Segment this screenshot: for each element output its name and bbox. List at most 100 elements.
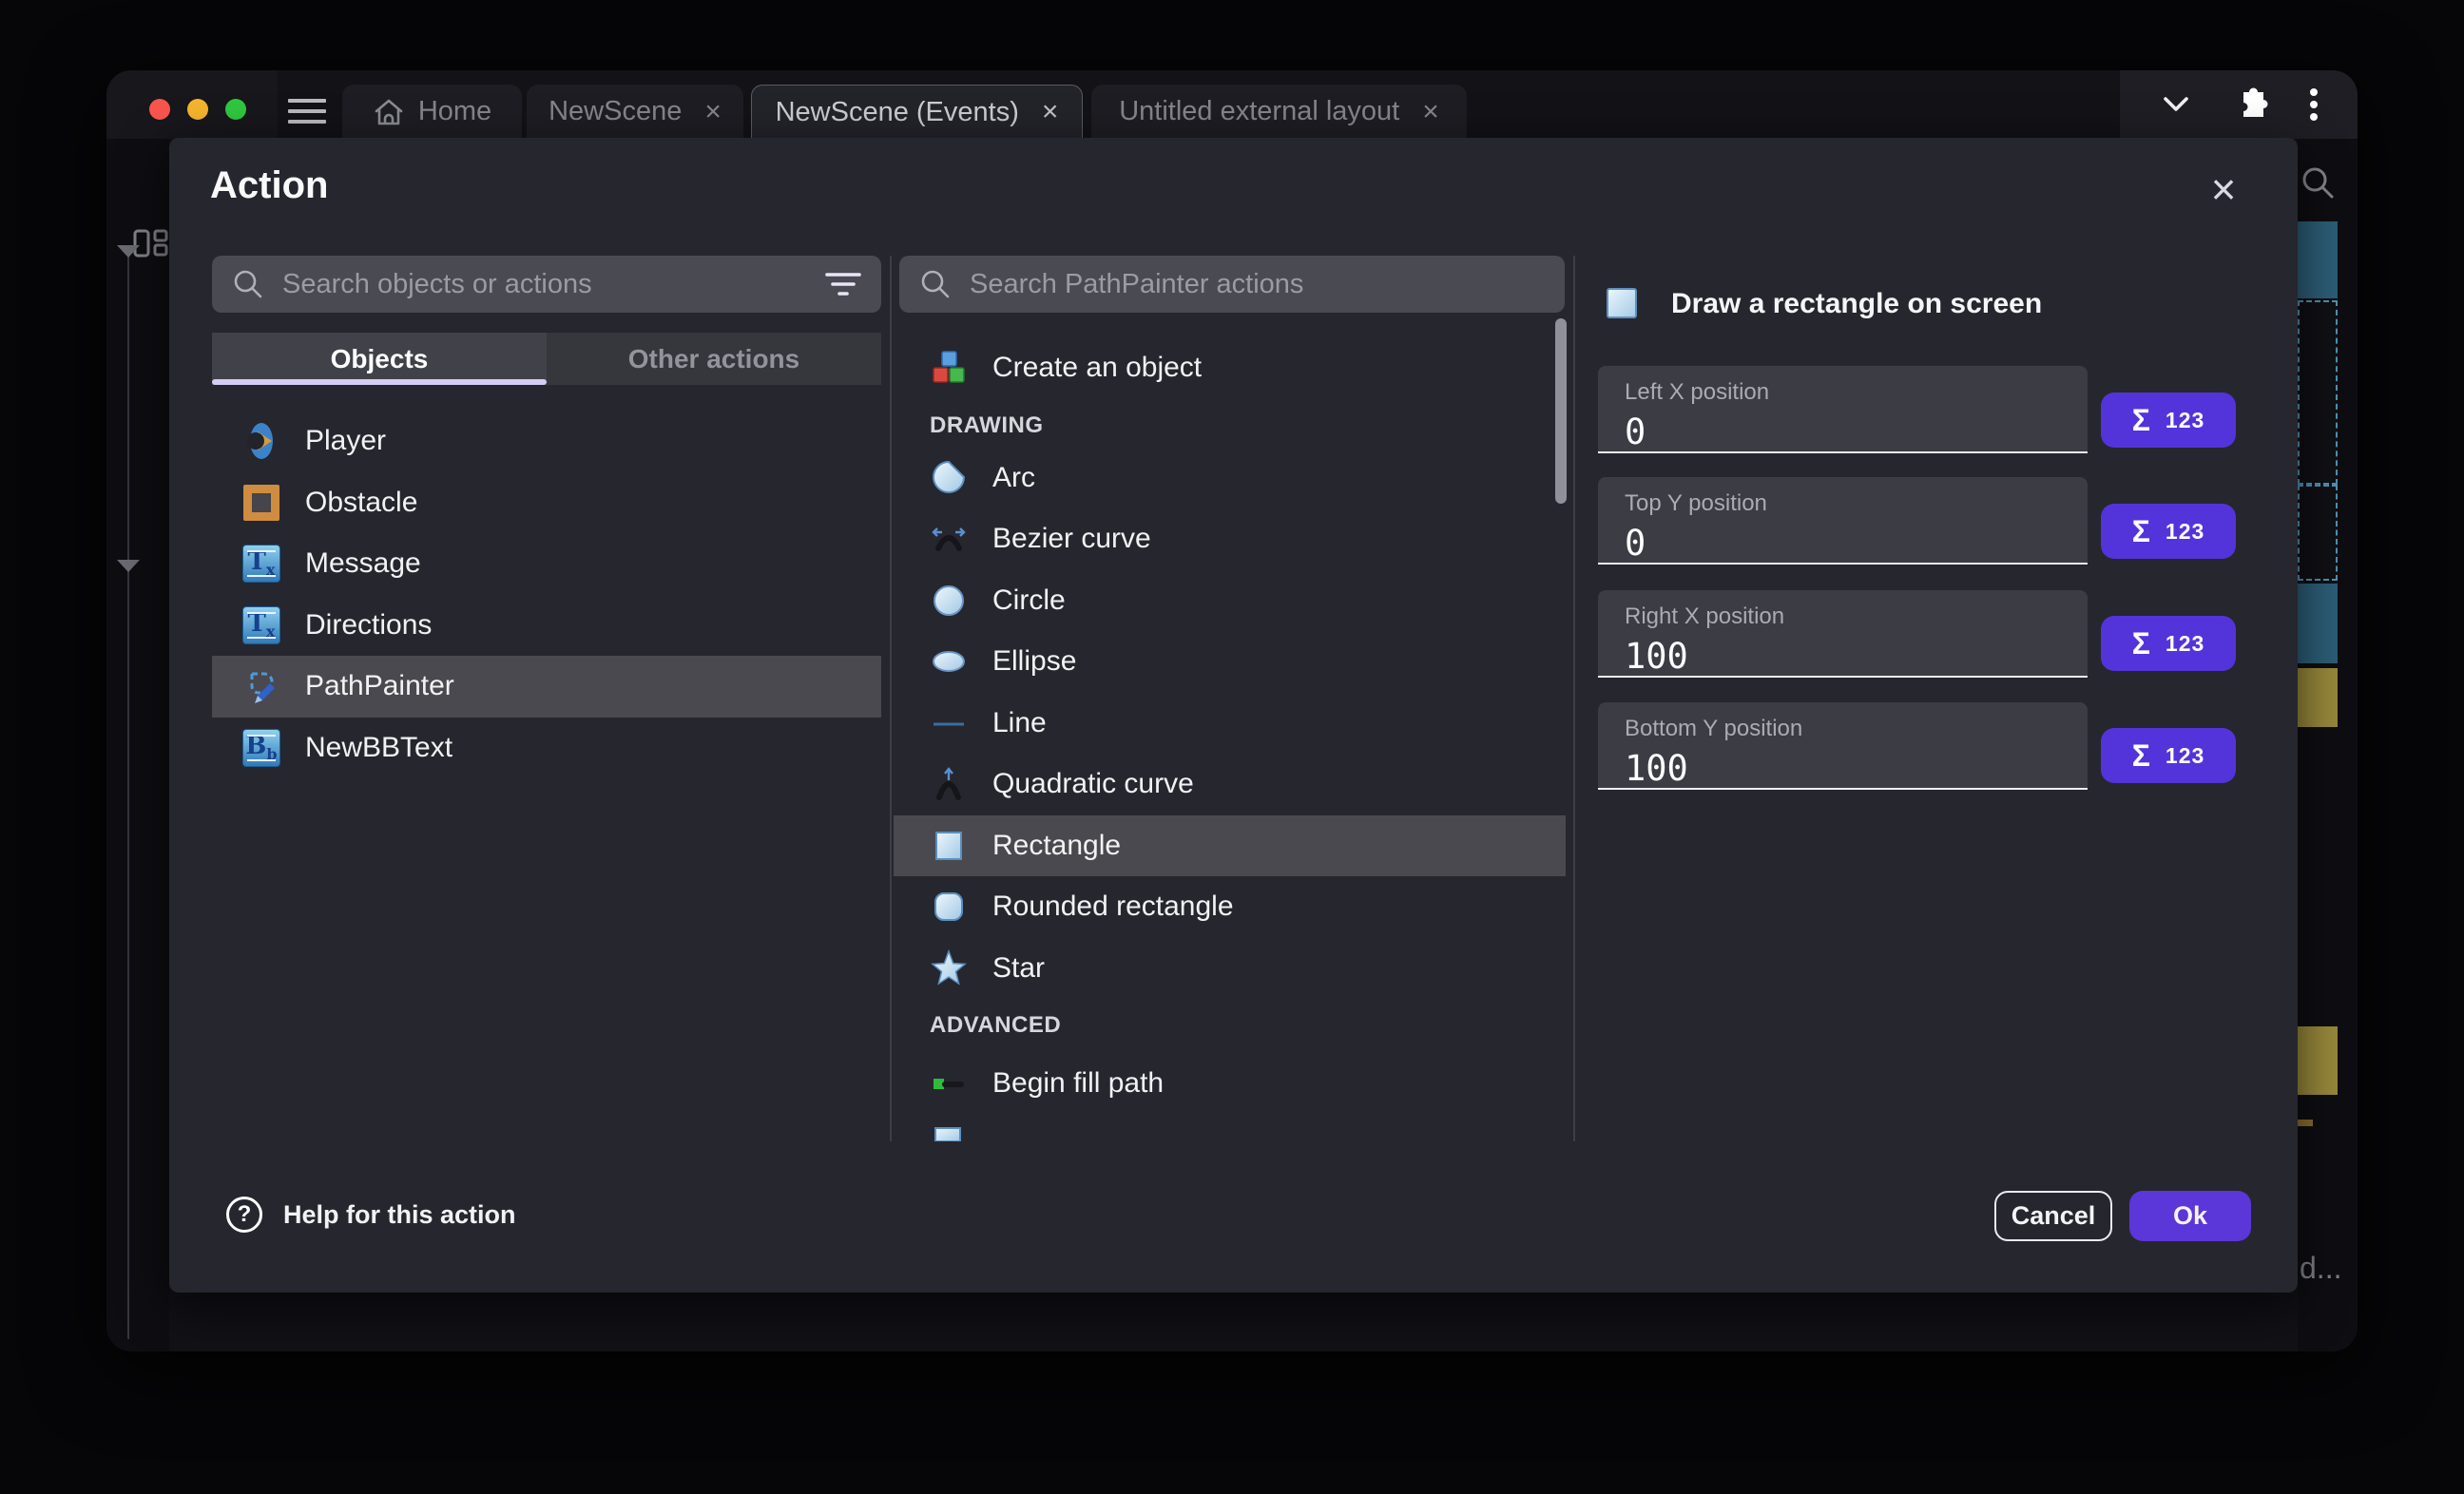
action-item-create-object[interactable]: Create an object [894, 337, 1566, 399]
rectangle-icon [930, 827, 968, 865]
event-drop-zone[interactable] [2298, 485, 2338, 581]
list-item-player[interactable]: Player [212, 411, 881, 472]
clipped-action-icon [930, 1126, 968, 1141]
events-editor-left-strip [106, 139, 169, 1351]
field-right-x[interactable]: Right X position 100 [1598, 590, 2088, 678]
list-item-directions[interactable]: Tx Directions [212, 595, 881, 657]
event-block[interactable] [2298, 221, 2338, 298]
event-expander-icon[interactable] [117, 560, 140, 572]
actions-search-input[interactable] [970, 269, 1546, 300]
ellipse-icon [930, 642, 968, 680]
rectangle-action-icon [1607, 288, 1637, 318]
event-expander-icon[interactable] [117, 245, 140, 258]
event-tree-line [127, 256, 129, 1339]
tab-label: NewScene [549, 96, 682, 127]
tab-close-icon[interactable]: × [1422, 98, 1439, 126]
tab-close-icon[interactable]: × [1042, 98, 1059, 126]
field-label: Left X position [1625, 379, 2088, 406]
expression-editor-button[interactable]: Σ 123 [2101, 504, 2236, 559]
field-bottom-y[interactable]: Bottom Y position 100 [1598, 702, 2088, 790]
text-object-icon: Tx [242, 545, 280, 583]
quadratic-curve-icon [930, 765, 968, 803]
clipped-event-text: d... [2300, 1251, 2341, 1286]
expression-editor-button[interactable]: Σ 123 [2101, 616, 2236, 671]
tab-close-icon[interactable]: × [704, 98, 722, 126]
filter-icon[interactable] [824, 272, 862, 297]
field-left-x[interactable]: Left X position 0 [1598, 366, 2088, 453]
field-value: 0 [1625, 412, 2088, 452]
dialog-title: Action [210, 164, 328, 207]
player-icon [242, 422, 280, 460]
search-icon [918, 267, 953, 301]
action-item-line[interactable]: Line [894, 693, 1566, 755]
tab-untitled-external-layout[interactable]: Untitled external layout × [1091, 85, 1467, 139]
tab-label: NewScene (Events) [776, 97, 1019, 128]
minimize-window-button[interactable] [187, 99, 208, 120]
sigma-icon: Σ [2132, 514, 2150, 549]
kebab-menu-icon[interactable] [2308, 86, 2320, 124]
event-block[interactable] [2298, 1026, 2338, 1095]
main-menu-icon[interactable] [288, 99, 326, 124]
create-object-icon [930, 349, 968, 387]
sigma-icon: Σ [2132, 626, 2150, 661]
objects-list: Player Obstacle Tx Message Tx Directions… [212, 411, 881, 778]
action-item-rounded-rectangle[interactable]: Rounded rectangle [894, 876, 1566, 938]
home-icon [373, 97, 405, 127]
arc-icon [930, 459, 968, 497]
sigma-icon: Σ [2132, 403, 2150, 438]
extensions-puzzle-icon[interactable] [2231, 86, 2269, 124]
action-item-rectangle[interactable]: Rectangle [894, 815, 1566, 877]
ok-button[interactable]: Ok [2129, 1191, 2251, 1241]
dialog-close-icon[interactable]: × [2200, 166, 2247, 214]
expression-editor-button[interactable]: Σ 123 [2101, 728, 2236, 783]
action-item-quadratic-curve[interactable]: Quadratic curve [894, 754, 1566, 815]
panel-divider [890, 256, 892, 1141]
tab-other-actions[interactable]: Other actions [547, 333, 881, 385]
action-item-bezier-curve[interactable]: Bezier curve [894, 508, 1566, 570]
actions-list-scrollbar[interactable] [1555, 318, 1567, 504]
cancel-button[interactable]: Cancel [1994, 1191, 2112, 1241]
app-window: d... Home NewScene × NewScene (Events) ×… [106, 70, 2358, 1351]
field-value: 100 [1625, 636, 2088, 677]
tab-home[interactable]: Home [342, 85, 522, 139]
expression-editor-button[interactable]: Σ 123 [2101, 393, 2236, 448]
action-item-clipped[interactable] [894, 1115, 1566, 1142]
list-item-newbbtext[interactable]: Bb NewBBText [212, 718, 881, 779]
section-header-drawing: DRAWING [894, 411, 1566, 441]
action-item-ellipse[interactable]: Ellipse [894, 631, 1566, 693]
obstacle-icon [242, 484, 280, 522]
help-link[interactable]: ? Help for this action [226, 1197, 516, 1233]
list-item-obstacle[interactable]: Obstacle [212, 472, 881, 534]
zoom-window-button[interactable] [225, 99, 246, 120]
action-item-circle[interactable]: Circle [894, 570, 1566, 632]
actions-list: Create an object DRAWING Arc Bezier curv… [894, 337, 1566, 1141]
field-top-y[interactable]: Top Y position 0 [1598, 477, 2088, 565]
event-block[interactable] [2298, 668, 2338, 727]
path-painter-icon [242, 667, 280, 705]
titlebar-actions [2120, 70, 2358, 139]
action-item-arc[interactable]: Arc [894, 448, 1566, 509]
action-item-begin-fill-path[interactable]: Begin fill path [894, 1053, 1566, 1115]
circle-icon [930, 582, 968, 620]
objects-panel-tabs: Objects Other actions [212, 333, 881, 385]
events-search-icon[interactable] [2300, 164, 2338, 202]
event-block[interactable] [2298, 584, 2338, 663]
objects-search-input[interactable] [282, 269, 807, 300]
close-window-button[interactable] [149, 99, 170, 120]
objects-search-box [212, 256, 881, 313]
tab-label: Home [418, 96, 491, 127]
text-object-icon: Tx [242, 606, 280, 644]
tab-newscene-events[interactable]: NewScene (Events) × [751, 85, 1083, 139]
tab-newscene[interactable]: NewScene × [527, 85, 743, 139]
event-drop-zone[interactable] [2298, 300, 2338, 485]
action-item-star[interactable]: Star [894, 938, 1566, 1000]
list-item-message[interactable]: Tx Message [212, 533, 881, 595]
field-value: 100 [1625, 748, 2088, 789]
list-item-pathpainter[interactable]: PathPainter [212, 656, 881, 718]
chevron-down-icon[interactable] [2159, 91, 2193, 118]
titlebar: Home NewScene × NewScene (Events) × Unti… [106, 70, 2358, 139]
tab-objects[interactable]: Objects [212, 333, 547, 385]
field-label: Bottom Y position [1625, 716, 2088, 742]
section-header-advanced: ADVANCED [894, 1010, 1566, 1041]
star-icon [930, 949, 968, 987]
